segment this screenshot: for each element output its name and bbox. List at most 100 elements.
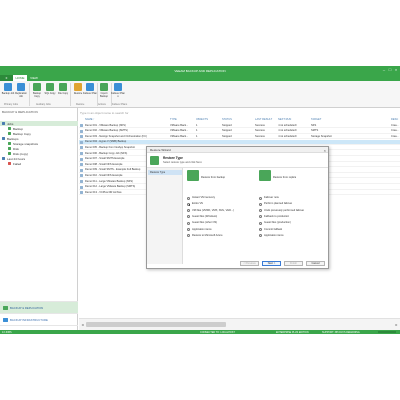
status-support: SUPPORT: 365 DAYS REMAINING — [322, 330, 360, 334]
restore-option-radio[interactable]: Entire VM — [187, 202, 247, 207]
next-button[interactable]: Next > — [262, 261, 281, 266]
backup-copy-icon — [8, 132, 11, 135]
radio-indicator — [259, 209, 262, 213]
table-cell: VMware Back... — [170, 123, 189, 127]
backup-icon — [8, 127, 11, 130]
job-icon — [80, 163, 83, 167]
finish-button[interactable]: Finish — [284, 261, 303, 266]
status-edition: ENTERPRISE PLUS EDITION — [276, 330, 309, 334]
column-header[interactable]: STATUS — [222, 118, 254, 121]
restore-option-radio[interactable]: Restore to Microsoft Azure — [187, 234, 247, 239]
import-backup-icon — [100, 83, 108, 91]
dialog-header-subtitle: Select restore type and click Next. — [163, 161, 203, 164]
restore-option-radio[interactable]: Guest files (other OS) — [187, 221, 247, 226]
replication-job-icon — [17, 83, 25, 91]
replication-job-button[interactable]: Replication Job — [15, 82, 27, 102]
grid-search-input[interactable]: Type in an object name to search for — [79, 108, 400, 117]
dialog-close-icon[interactable]: × — [324, 148, 326, 153]
restore-type-icon — [150, 156, 159, 165]
plan-icon — [114, 83, 122, 91]
column-header[interactable]: NAME ↑ — [85, 118, 169, 121]
restore-option-label: Failover now — [264, 196, 279, 199]
window-title-bar: VEEAM BACKUP AND REPLICATION – □ × — [0, 66, 400, 75]
radio-indicator — [259, 234, 262, 238]
plan-button[interactable]: Failover Plan ▾ — [111, 82, 125, 102]
radio-indicator — [259, 196, 262, 200]
failover-plan-label: Failover Plan — [83, 92, 97, 95]
failover-plan-button[interactable]: Failover Plan — [83, 82, 97, 102]
table-row[interactable]: Demo 002 - VMware Backup (SMTS) VMware Ba… — [79, 129, 400, 134]
table-row[interactable]: Demo 003 - NetApp Snapshot and Orchestra… — [79, 134, 400, 140]
table-row[interactable]: Demo 004 - Hyper-V (SMB) Backup — [79, 139, 400, 145]
scroll-right-icon[interactable]: ▸ — [394, 322, 399, 327]
column-header[interactable]: TARGET — [311, 118, 371, 121]
table-cell: 1 — [196, 134, 198, 138]
infrastructure-nav-icon — [3, 318, 8, 322]
restore-option-radio[interactable]: Failback to production — [259, 215, 319, 220]
horizontal-scrollbar[interactable]: ◂ ▸ — [79, 318, 400, 330]
restore-option-radio[interactable]: Undo previously performed failover — [259, 209, 319, 214]
table-cell: Crea... — [391, 129, 399, 133]
restore-option-radio[interactable]: Application items — [259, 234, 319, 239]
file-copy-button[interactable]: File Copy — [57, 82, 69, 102]
radio-indicator — [187, 228, 190, 231]
backup-copy-button[interactable]: Backup Copy — [31, 82, 43, 102]
restore-option-radio[interactable]: VM files (VMDK, VMX, XML, VHD...) — [187, 209, 247, 214]
restore-wizard-dialog: Restore Wizard × Restore Type Select res… — [146, 146, 329, 269]
status-progress-bar — [378, 331, 396, 333]
nav-section-item[interactable]: BACKUP & REPLICATION — [0, 301, 78, 313]
restore-option-radio[interactable]: Failover now — [259, 196, 319, 201]
backup-copy-icon — [33, 83, 41, 91]
column-header[interactable]: TYPE — [170, 118, 195, 121]
radio-indicator — [187, 234, 190, 238]
tree-item[interactable]: Failed — [0, 161, 78, 166]
nav-section-item[interactable]: BACKUP INFRASTRUCTURE — [0, 313, 78, 325]
tree-item-label: Disk — [13, 146, 19, 151]
scroll-left-icon[interactable]: ◂ — [80, 322, 85, 327]
cancel-button-label: Cancel — [311, 262, 320, 266]
column-header[interactable]: LAST RESULT — [255, 118, 277, 121]
scrollbar-thumb[interactable] — [86, 322, 226, 327]
radio-indicator — [259, 202, 262, 206]
column-header[interactable]: NEXT RUN — [278, 118, 310, 121]
restore-option-radio[interactable]: Perform planned failover — [259, 202, 319, 207]
backup-copy-label: Backup Copy — [33, 92, 41, 98]
sql-copy-icon — [46, 83, 54, 91]
table-cell: Crea... — [391, 123, 399, 127]
next-button-label: Next > — [267, 262, 276, 266]
backup-job-button[interactable]: Backup Job — [2, 82, 14, 102]
restore-option-radio[interactable]: Application items — [187, 228, 247, 233]
restore-option-radio[interactable]: Instant VM recovery — [187, 196, 247, 201]
restore-option-radio[interactable]: Commit failback — [259, 228, 319, 233]
table-cell: <not scheduled> — [278, 123, 298, 127]
minimize-icon[interactable]: – — [382, 68, 386, 72]
backup-replication-nav-icon — [3, 306, 8, 310]
cancel-button[interactable]: Cancel — [306, 261, 325, 266]
ribbon-group-label: Actions — [98, 103, 106, 106]
table-cell: Stopped — [222, 123, 232, 127]
previous-button[interactable]: < Previous — [240, 261, 259, 266]
restore-option-radio[interactable]: Guest files (production) — [259, 221, 319, 226]
close-window-icon[interactable]: × — [394, 68, 398, 72]
nav-section-label: BACKUP INFRASTRUCTURE — [10, 318, 48, 322]
job-tree: Jobs Backup Backup Copy Backups Storage snap… — [0, 121, 78, 166]
tree-item-label: Backup — [13, 126, 24, 131]
table-cell: VMware Back... — [170, 129, 189, 133]
radio-indicator — [187, 196, 190, 200]
wizard-step-restore-type[interactable]: Restore Type — [148, 170, 182, 175]
maximize-icon[interactable]: □ — [388, 68, 392, 72]
sql-copy-button[interactable]: SQL Copy — [44, 82, 56, 102]
tree-item-label: Backups — [7, 136, 19, 141]
table-row[interactable]: Demo 001 - VMware Backup (NFS) VMware Bac… — [79, 123, 400, 128]
ribbon-group-label: Primary Jobs — [4, 103, 18, 106]
column-header[interactable]: DESC — [391, 118, 400, 121]
restore-option-label: Restore to Microsoft Azure — [192, 233, 223, 237]
replica-restore-icon — [259, 170, 271, 181]
navigation-pane-heading: BACKUP & REPLICATION — [2, 110, 38, 114]
job-icon — [80, 157, 83, 161]
column-header[interactable]: OBJECTS — [196, 118, 221, 121]
file-copy-label: File Copy — [57, 92, 69, 95]
import-backup-button[interactable]: Import Backup — [98, 82, 110, 102]
radio-indicator — [187, 215, 190, 219]
restore-option-radio[interactable]: Guest files (Windows) — [187, 215, 247, 220]
